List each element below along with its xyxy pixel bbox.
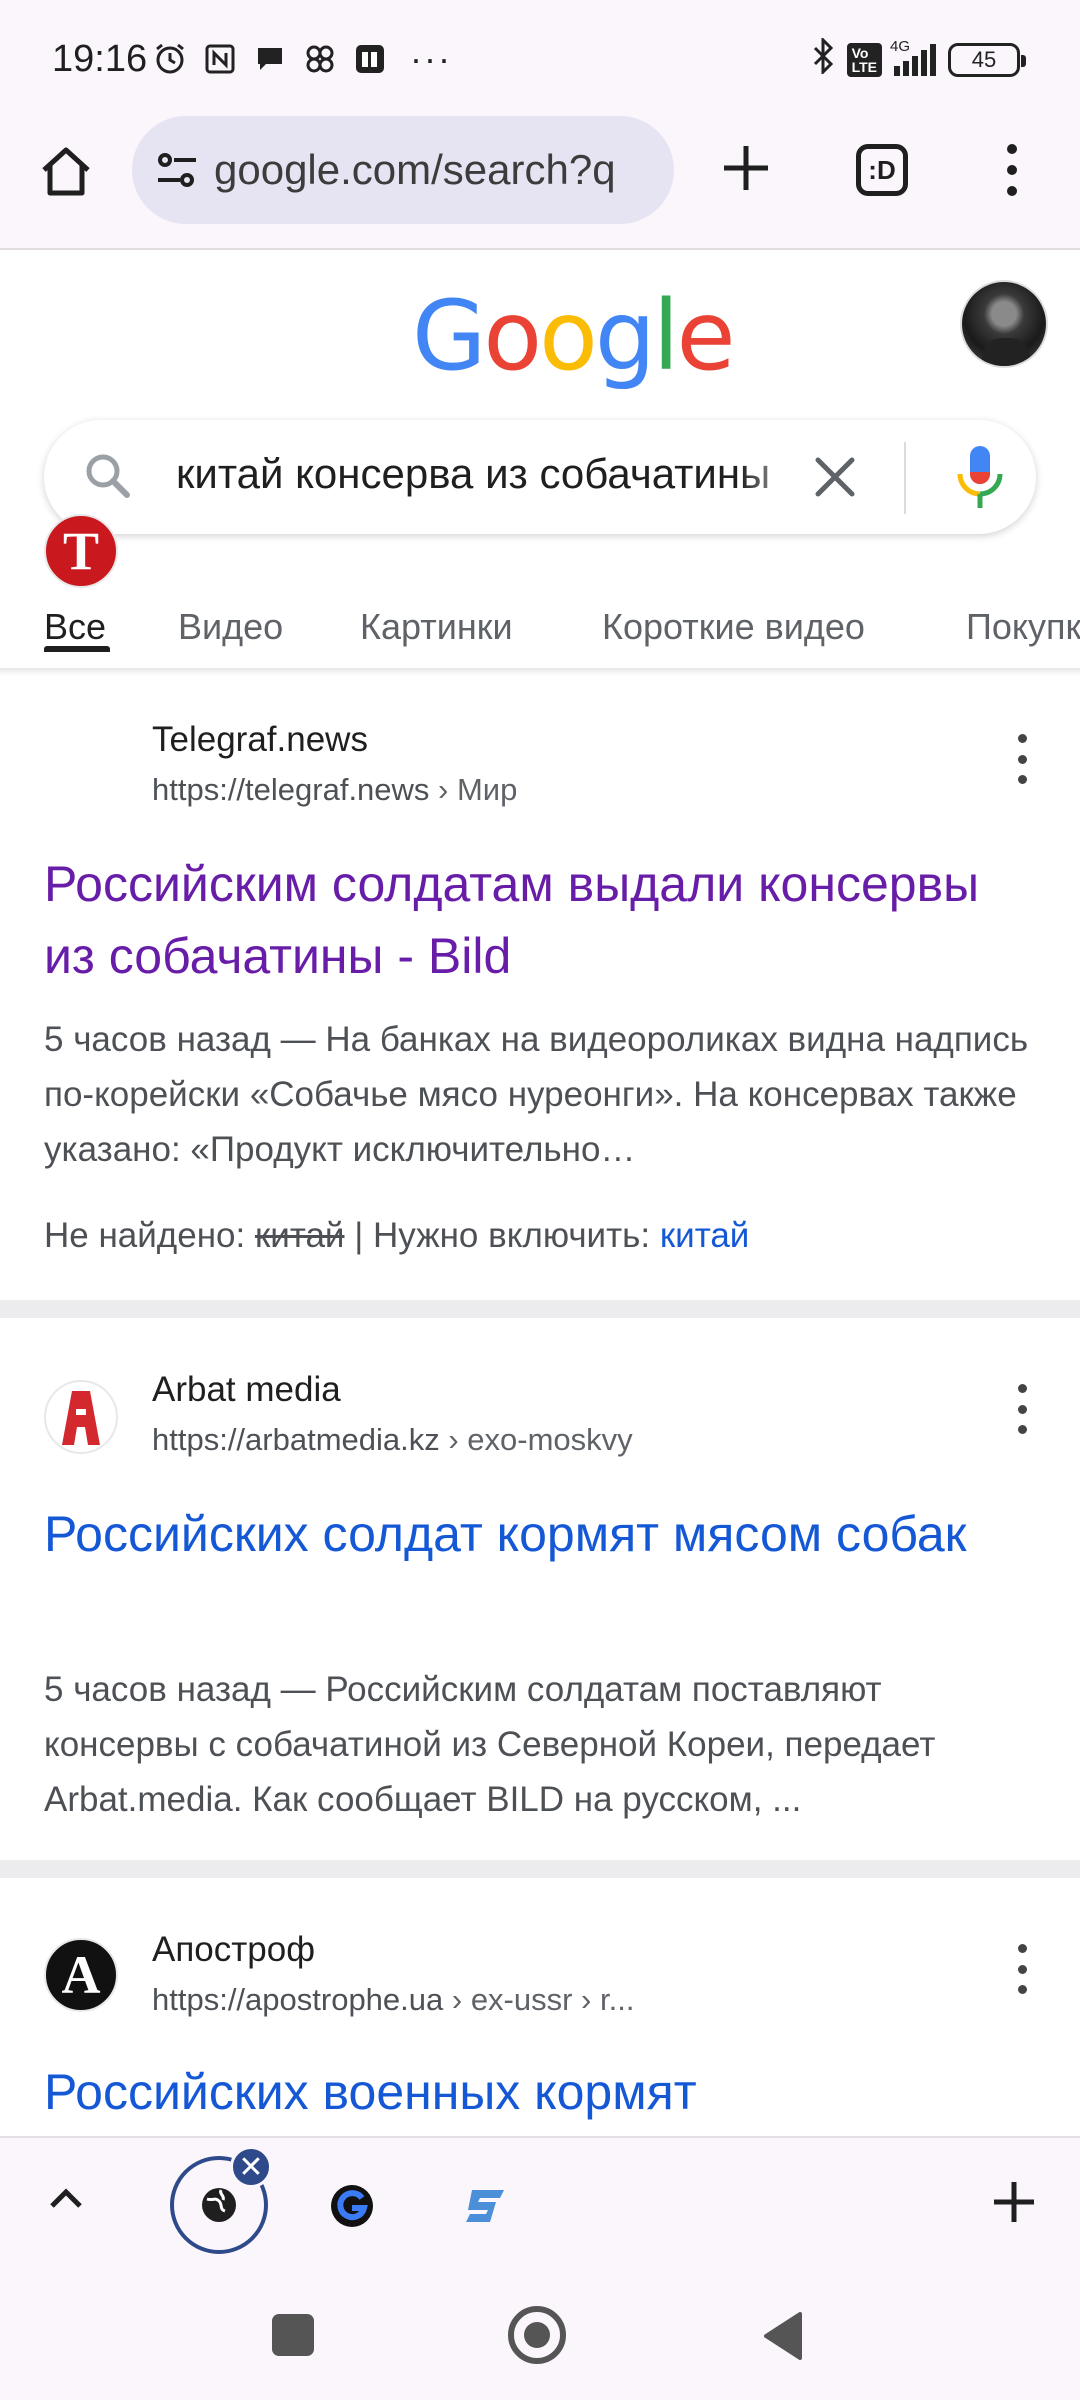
- tab-strip: ✕: [0, 2136, 1080, 2272]
- tab-images[interactable]: Картинки: [360, 606, 513, 648]
- site-settings-icon[interactable]: [154, 147, 200, 193]
- new-tab-button[interactable]: [716, 138, 776, 198]
- close-tab-button[interactable]: ✕: [230, 2146, 272, 2188]
- tabs-shadow: [0, 668, 1080, 676]
- status-bar: 19:16 ··· Vo LTE 4G 45: [0, 0, 1080, 116]
- pinwheel-icon: [302, 41, 338, 77]
- search-box[interactable]: китай консерва из собачатины: [44, 420, 1036, 534]
- result-title-link[interactable]: Российским солдатам выдали консервы из с…: [44, 848, 1034, 992]
- microphone-icon[interactable]: [948, 442, 1012, 514]
- address-bar[interactable]: google.com/search?q: [132, 116, 674, 224]
- search-results-page: Google китай консерва из собачатины Все …: [0, 250, 1080, 2136]
- status-system-icons: Vo LTE 4G 45: [811, 36, 1026, 82]
- plus-icon: [724, 146, 768, 190]
- home-nav-button[interactable]: [508, 2306, 566, 2364]
- browser-toolbar: google.com/search?q :D: [0, 116, 1080, 248]
- home-button[interactable]: [36, 142, 96, 202]
- search-filter-tabs: Все Видео Картинки Короткие видео Покупк…: [0, 580, 1080, 700]
- google-logo[interactable]: Google: [412, 288, 736, 384]
- tab-switcher-button[interactable]: :D: [856, 144, 908, 196]
- active-tab-indicator: [44, 646, 110, 652]
- home-icon: [42, 147, 90, 196]
- result-site-name[interactable]: Arbat media: [152, 1370, 341, 1410]
- alarm-icon: [152, 41, 188, 77]
- search-input[interactable]: китай консерва из собачатины: [176, 450, 816, 498]
- result-site-name[interactable]: Telegraf.news: [152, 720, 368, 760]
- globe-icon: [202, 2188, 236, 2222]
- avatar[interactable]: [960, 280, 1048, 368]
- tab-shopping[interactable]: Покупки: [966, 606, 1080, 648]
- result-more-button[interactable]: [1012, 1944, 1032, 1994]
- app-notification-icon: [352, 41, 388, 77]
- result-url[interactable]: https://arbatmedia.kz › exo-moskvy: [152, 1422, 633, 1458]
- result-snippet: 5 часов назад — Российским солдатам пост…: [44, 1670, 936, 1819]
- search-box-divider: [904, 442, 906, 514]
- status-notification-icons: ···: [152, 38, 452, 80]
- result-missing-terms: Не найдено: китай | Нужно включить: кита…: [44, 1216, 750, 1255]
- system-navigation-bar: [0, 2272, 1080, 2400]
- result-site-name[interactable]: Апостроф: [152, 1930, 315, 1970]
- new-tab-plus-icon[interactable]: [990, 2178, 1038, 2226]
- status-time: 19:16: [52, 38, 148, 80]
- search-icon: [86, 454, 130, 498]
- must-include-link[interactable]: китай: [660, 1216, 750, 1255]
- volte-icon: Vo LTE: [846, 43, 882, 77]
- arbat-logo-icon: [62, 1391, 100, 1445]
- tab-short-videos[interactable]: Короткие видео: [602, 606, 865, 648]
- url-text: google.com/search?q: [214, 146, 616, 193]
- result-more-button[interactable]: [1012, 1384, 1032, 1434]
- battery-level: 45: [971, 47, 997, 72]
- site-favicon: A: [44, 1938, 118, 2012]
- site-favicon: [44, 1380, 118, 1454]
- signal-icon: 4G: [890, 38, 936, 76]
- chat-bubble-icon: [252, 41, 288, 77]
- clear-search-icon[interactable]: [810, 452, 860, 502]
- overflow-menu-button[interactable]: [996, 140, 1028, 200]
- recents-button[interactable]: [272, 2314, 314, 2356]
- result-url[interactable]: https://apostrophe.ua › ex-ussr › r...: [152, 1982, 634, 2018]
- battery-icon: 45: [948, 43, 1026, 77]
- result-title-link[interactable]: Российских военных кормят: [44, 2056, 1034, 2128]
- nfc-icon: [202, 41, 238, 77]
- chevron-up-icon[interactable]: [46, 2178, 86, 2218]
- result-separator: [0, 1860, 1080, 1878]
- tab-video[interactable]: Видео: [178, 606, 283, 648]
- tab-favicon-g-icon[interactable]: [460, 2184, 510, 2228]
- result-separator: [0, 1300, 1080, 1318]
- tab-favicon-google-icon[interactable]: [330, 2184, 374, 2228]
- bluetooth-icon: [811, 36, 835, 82]
- site-favicon: T: [44, 514, 118, 588]
- result-more-button[interactable]: [1012, 734, 1032, 784]
- tab-all[interactable]: Все: [44, 606, 106, 648]
- result-title-link[interactable]: Российских солдат кормят мясом собак: [44, 1498, 1034, 1570]
- back-button[interactable]: [760, 2310, 804, 2362]
- more-notifications-icon: ···: [410, 38, 452, 79]
- result-snippet: 5 часов назад — На банках на видеоролика…: [44, 1020, 1029, 1169]
- result-url[interactable]: https://telegraf.news › Мир: [152, 772, 517, 808]
